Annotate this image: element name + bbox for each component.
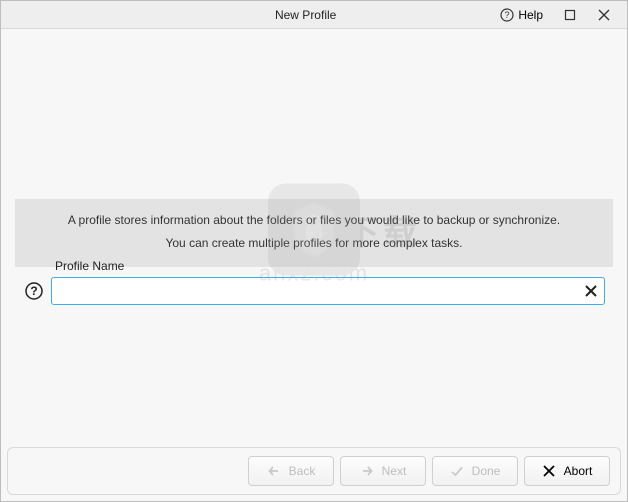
help-label: Help	[518, 8, 543, 22]
info-strip: A profile stores information about the f…	[15, 199, 613, 267]
next-label: Next	[382, 464, 407, 478]
question-icon: ?	[25, 282, 43, 300]
next-button[interactable]: Next	[340, 456, 426, 486]
profile-name-row: ?	[23, 277, 605, 305]
maximize-icon	[564, 9, 576, 21]
help-button[interactable]: ? Help	[490, 8, 553, 22]
profile-name-input[interactable]	[51, 277, 605, 305]
titlebar: New Profile ? Help	[1, 1, 627, 29]
back-button[interactable]: Back	[248, 456, 334, 486]
check-icon	[450, 464, 464, 478]
abort-button[interactable]: Abort	[524, 456, 610, 486]
field-help-button[interactable]: ?	[23, 280, 45, 302]
arrow-left-icon	[267, 464, 281, 478]
clear-input-button[interactable]	[581, 281, 601, 301]
info-text-2: You can create multiple profiles for mor…	[35, 232, 593, 255]
close-icon	[598, 9, 610, 21]
close-window-button[interactable]	[587, 2, 621, 28]
svg-text:?: ?	[505, 10, 510, 20]
maximize-button[interactable]	[553, 2, 587, 28]
done-button[interactable]: Done	[432, 456, 518, 486]
content-area: A profile stores information about the f…	[1, 29, 627, 441]
profile-name-label: Profile Name	[55, 259, 124, 273]
info-text-1: A profile stores information about the f…	[35, 209, 593, 232]
arrow-right-icon	[360, 464, 374, 478]
new-profile-window: New Profile ? Help	[0, 0, 628, 502]
abort-label: Abort	[564, 464, 593, 478]
footer-button-bar: Back Next Done Abort	[7, 447, 621, 495]
profile-name-input-wrap	[51, 277, 605, 305]
svg-text:?: ?	[30, 284, 37, 298]
x-icon	[542, 464, 556, 478]
back-label: Back	[289, 464, 316, 478]
done-label: Done	[472, 464, 501, 478]
help-icon: ?	[500, 8, 514, 22]
titlebar-controls: ? Help	[490, 2, 621, 28]
window-title: New Profile	[121, 8, 490, 22]
x-icon	[584, 284, 598, 298]
